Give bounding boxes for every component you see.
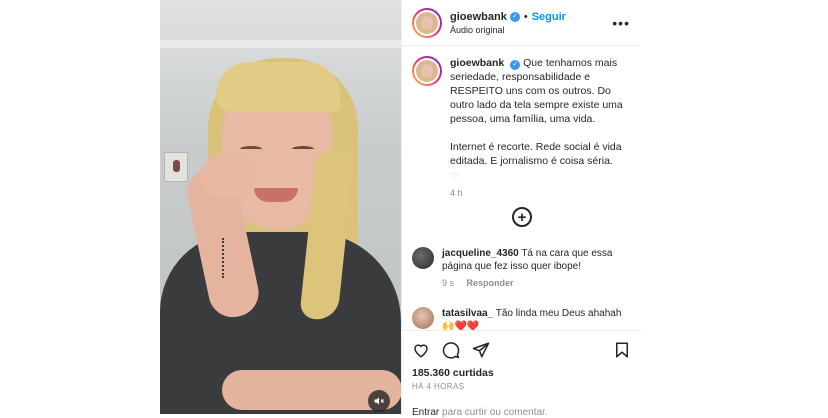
comment-bubble-icon[interactable] bbox=[442, 341, 460, 359]
paper-plane-icon[interactable] bbox=[472, 341, 490, 359]
video-person-eye-left bbox=[240, 146, 262, 152]
comment-time: 9 s bbox=[442, 278, 455, 288]
post-actions: 185.360 curtidas HÁ 4 HORAS Entrar para … bbox=[402, 330, 641, 418]
video-person-eye-right bbox=[292, 146, 314, 152]
avatar-image bbox=[414, 9, 440, 36]
follow-button[interactable]: Seguir bbox=[532, 11, 566, 23]
author-avatar[interactable] bbox=[412, 7, 442, 38]
reply-button[interactable]: Responder bbox=[467, 278, 514, 288]
instagram-post: gioewbank ✓ • Seguir Áudio original ••• … bbox=[160, 0, 641, 418]
avatar-image bbox=[414, 58, 440, 84]
comment-text: Tão linda meu Deus ahahah bbox=[495, 308, 622, 319]
caption-username[interactable]: gioewbank bbox=[450, 57, 504, 69]
caption-body: gioewbank ✓ Que tenhamos mais seriedade,… bbox=[450, 56, 630, 200]
commenter-username[interactable]: tatasilvaa_ bbox=[442, 308, 493, 319]
more-options-icon[interactable]: ••• bbox=[612, 15, 630, 31]
audio-link[interactable]: Áudio original bbox=[450, 25, 612, 35]
post-header: gioewbank ✓ • Seguir Áudio original ••• bbox=[402, 0, 640, 46]
header-text: gioewbank ✓ • Seguir Áudio original bbox=[450, 11, 612, 35]
caption-time: 4 h bbox=[450, 188, 463, 198]
author-username[interactable]: gioewbank bbox=[450, 11, 507, 23]
video-wall-trim bbox=[160, 40, 401, 48]
header-separator: • bbox=[523, 10, 528, 23]
commenter-username[interactable]: jacqueline_4360 bbox=[442, 248, 519, 259]
bookmark-icon[interactable] bbox=[613, 341, 631, 359]
caption-heart-icon: ♡ bbox=[450, 171, 460, 183]
video-person-mouth bbox=[254, 188, 298, 202]
header-row: gioewbank ✓ • Seguir bbox=[450, 11, 612, 23]
post-sidebar: gioewbank ✓ • Seguir Áudio original ••• … bbox=[401, 0, 641, 418]
caption-paragraph-2: Internet é recorte. Rede social é vida e… bbox=[450, 141, 622, 167]
login-prompt: Entrar para curtir ou comentar. bbox=[412, 407, 548, 418]
post-video[interactable] bbox=[160, 0, 401, 414]
video-wall-picture bbox=[164, 152, 188, 182]
caption-avatar[interactable] bbox=[412, 56, 442, 86]
video-person-tattoo bbox=[222, 238, 228, 278]
speaker-muted-icon[interactable] bbox=[368, 390, 390, 412]
comment-item: jacqueline_4360 Tá na cara que essa pági… bbox=[412, 247, 634, 290]
video-person-hand bbox=[200, 155, 256, 197]
likes-count[interactable]: 185.360 curtidas bbox=[412, 367, 631, 379]
commenter-avatar[interactable] bbox=[412, 307, 434, 329]
login-link[interactable]: Entrar bbox=[412, 407, 439, 418]
comment-meta: 9 s Responder bbox=[442, 277, 634, 290]
comment-body: jacqueline_4360 Tá na cara que essa pági… bbox=[442, 247, 634, 290]
video-person-bangs bbox=[216, 62, 340, 112]
heart-icon[interactable] bbox=[412, 341, 430, 359]
action-icons bbox=[412, 339, 631, 361]
login-prompt-text: para curtir ou comentar. bbox=[439, 407, 548, 418]
post-timestamp: HÁ 4 HORAS bbox=[412, 382, 465, 391]
verified-badge-icon: ✓ bbox=[510, 60, 521, 70]
plus-circle-icon[interactable]: + bbox=[512, 207, 532, 227]
post-caption: gioewbank ✓ Que tenhamos mais seriedade,… bbox=[402, 46, 640, 200]
commenter-avatar[interactable] bbox=[412, 247, 434, 269]
verified-badge-icon: ✓ bbox=[509, 11, 520, 22]
